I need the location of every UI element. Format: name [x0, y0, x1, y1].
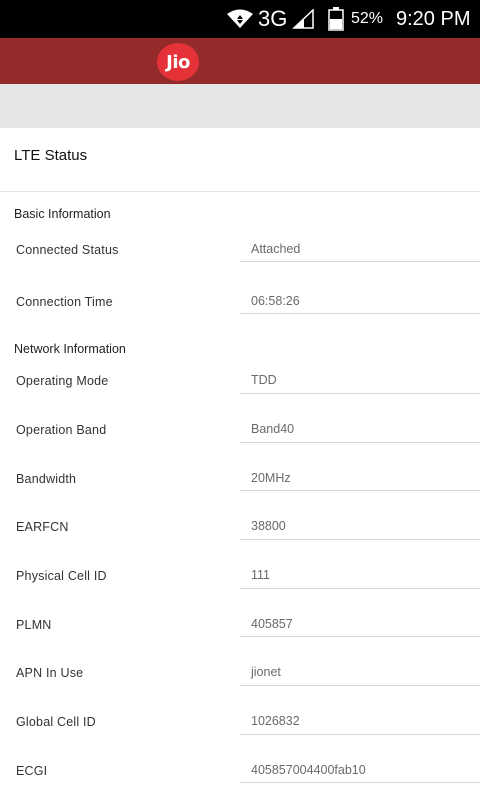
wifi-icon — [226, 0, 254, 38]
ecgi-value: 405857004400fab10 — [251, 763, 366, 777]
plmn-value: 405857 — [251, 617, 293, 631]
battery-icon — [328, 0, 344, 38]
status-bar: 3G 52% 9:20 PM — [0, 0, 480, 38]
toolbar-strip — [0, 84, 480, 128]
row-divider — [240, 636, 480, 637]
apn-in-use-label: APN In Use — [16, 666, 84, 680]
row-divider — [240, 588, 480, 589]
row-divider — [240, 442, 480, 443]
page-title: LTE Status — [14, 147, 88, 164]
earfcn-label: EARFCN — [16, 520, 69, 534]
plmn-label: PLMN — [16, 618, 52, 632]
operating-mode-value: TDD — [251, 373, 277, 387]
ecgi-label: ECGI — [16, 764, 48, 778]
row-divider — [240, 261, 480, 262]
jio-logo[interactable]: Jio — [157, 43, 199, 81]
signal-icon — [292, 0, 314, 38]
row-divider — [240, 313, 480, 314]
earfcn-value: 38800 — [251, 519, 286, 533]
row-divider — [240, 490, 480, 491]
operation-band-value: Band40 — [251, 422, 295, 436]
physical-cell-id-label: Physical Cell ID — [16, 569, 107, 583]
connected-status-value: Attached — [251, 242, 301, 256]
operation-band-label: Operation Band — [16, 423, 107, 437]
bandwidth-value: 20MHz — [251, 471, 291, 485]
divider — [0, 191, 480, 192]
clock: 9:20 PM — [396, 7, 471, 30]
apn-in-use-value: jionet — [251, 665, 281, 679]
row-divider — [240, 393, 480, 394]
app-bar — [0, 38, 480, 84]
row-divider — [240, 539, 480, 540]
connected-status-label: Connected Status — [16, 243, 119, 257]
row-divider — [240, 734, 480, 735]
physical-cell-id-value: 111 — [251, 568, 271, 582]
row-divider — [240, 685, 480, 686]
network-type: 3G — [258, 6, 288, 31]
operating-mode-label: Operating Mode — [16, 374, 109, 388]
section-header-basic: Basic Information — [14, 207, 111, 221]
connection-time-label: Connection Time — [16, 295, 113, 309]
battery-percent: 52% — [351, 10, 384, 27]
global-cell-id-label: Global Cell ID — [16, 715, 96, 729]
section-header-network: Network Information — [14, 342, 126, 356]
connection-time-value: 06:58:26 — [251, 294, 300, 308]
row-divider — [240, 782, 480, 783]
global-cell-id-value: 1026832 — [251, 714, 300, 728]
bandwidth-label: Bandwidth — [16, 472, 77, 486]
